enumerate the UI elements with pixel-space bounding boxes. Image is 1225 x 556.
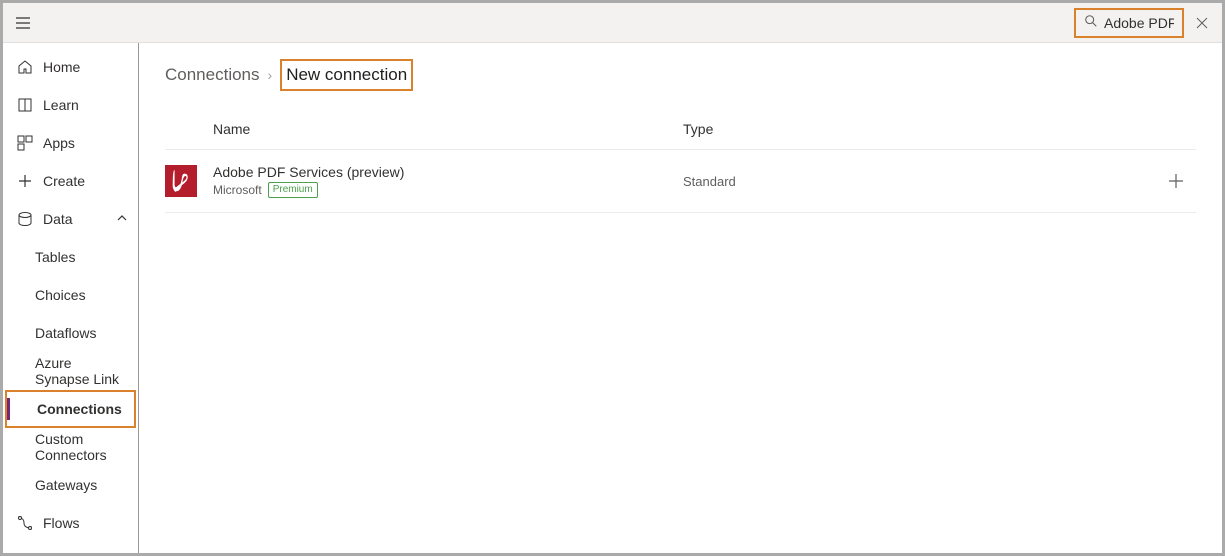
sidebar-item-tables[interactable]: Tables: [3, 238, 138, 276]
search-input[interactable]: [1104, 15, 1174, 31]
connector-title: Adobe PDF Services (preview): [213, 164, 683, 180]
breadcrumb-root[interactable]: Connections: [165, 65, 260, 85]
breadcrumb: Connections › New connection: [165, 59, 1196, 91]
sidebar-label: Apps: [43, 135, 75, 151]
sidebar-item-gateways[interactable]: Gateways: [3, 466, 138, 504]
chevron-right-icon: ›: [268, 67, 273, 83]
chevron-up-icon: [116, 211, 128, 227]
flows-icon: [17, 515, 33, 531]
sidebar-item-choices[interactable]: Choices: [3, 276, 138, 314]
hamburger-icon: [15, 15, 31, 31]
hamburger-menu[interactable]: [3, 3, 43, 43]
sidebar-item-apps[interactable]: Apps: [3, 124, 138, 162]
connector-type: Standard: [683, 174, 1156, 189]
sidebar-label: Tables: [35, 249, 75, 265]
premium-badge: Premium: [268, 182, 318, 198]
breadcrumb-current: New connection: [280, 59, 413, 91]
close-search-button[interactable]: [1188, 17, 1216, 29]
sidebar-label: Learn: [43, 97, 79, 113]
sidebar-item-connections[interactable]: Connections: [5, 390, 136, 428]
sidebar-label: Home: [43, 59, 80, 75]
apps-icon: [17, 135, 33, 151]
sidebar-item-flows[interactable]: Flows: [3, 504, 138, 542]
sidebar: Home Learn Apps Create Data Tables: [3, 43, 139, 553]
sidebar-label: Data: [43, 211, 73, 227]
sidebar-label: Dataflows: [35, 325, 96, 341]
sidebar-label: Azure Synapse Link: [35, 355, 128, 387]
connector-row[interactable]: Adobe PDF Services (preview) Microsoft P…: [165, 150, 1196, 213]
column-header-type[interactable]: Type: [683, 121, 1108, 137]
sidebar-item-home[interactable]: Home: [3, 48, 138, 86]
sidebar-label: Choices: [35, 287, 86, 303]
topbar: [3, 3, 1222, 43]
sidebar-item-dataflows[interactable]: Dataflows: [3, 314, 138, 352]
main-content: Connections › New connection Name Type A…: [139, 43, 1222, 553]
plus-icon: [17, 173, 33, 189]
sidebar-label: Create: [43, 173, 85, 189]
adobe-pdf-logo: [165, 165, 197, 197]
adobe-pdf-icon: [170, 168, 192, 194]
data-icon: [17, 211, 33, 227]
home-icon: [17, 59, 33, 75]
sidebar-item-synapse[interactable]: Azure Synapse Link: [3, 352, 138, 390]
plus-icon: [1167, 172, 1185, 190]
table-header: Name Type: [165, 121, 1196, 150]
sidebar-label: Flows: [43, 515, 80, 531]
sidebar-item-custom-connectors[interactable]: Custom Connectors: [3, 428, 138, 466]
sidebar-item-create[interactable]: Create: [3, 162, 138, 200]
sidebar-item-learn[interactable]: Learn: [3, 86, 138, 124]
sidebar-label: Custom Connectors: [35, 431, 128, 463]
search-icon: [1084, 14, 1098, 31]
sidebar-item-data[interactable]: Data: [3, 200, 138, 238]
sidebar-label: Connections: [37, 401, 122, 417]
sidebar-label: Gateways: [35, 477, 97, 493]
learn-icon: [17, 97, 33, 113]
connector-publisher: Microsoft: [213, 183, 262, 197]
column-header-name[interactable]: Name: [213, 121, 683, 137]
close-icon: [1196, 17, 1208, 29]
search-box[interactable]: [1074, 8, 1184, 38]
add-connector-button[interactable]: [1156, 172, 1196, 190]
